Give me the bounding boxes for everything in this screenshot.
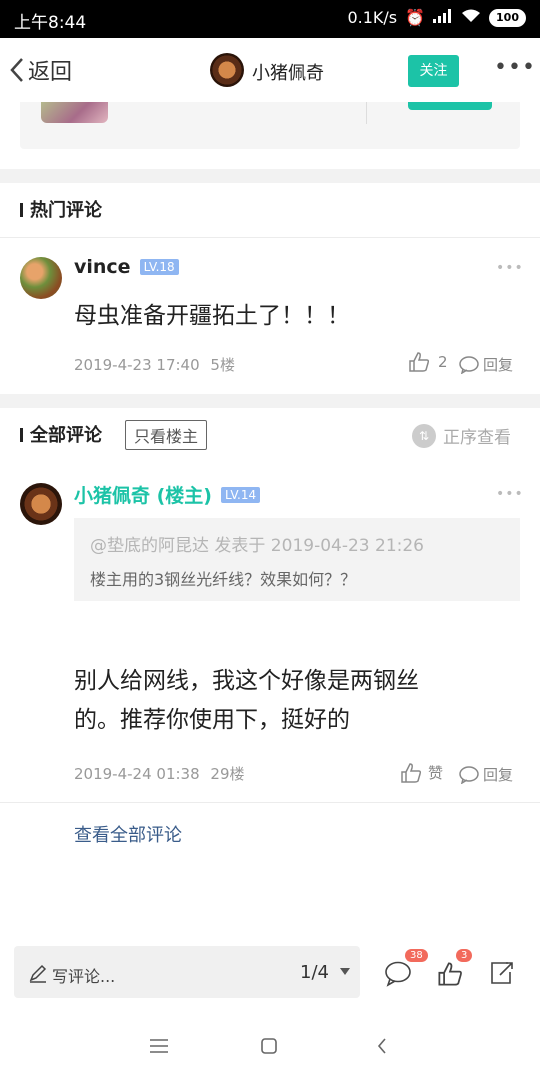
home-icon[interactable] [261,1035,277,1060]
comment-meta: 2019-4-24 01:38 29楼 [74,763,245,784]
divider [366,102,367,124]
sort-label: 正序查看 [443,428,511,448]
like-count: 2 [438,353,448,371]
comment-content: 别人给网线，我这个好像是两钢丝 的。推荐你使用下，挺好的 [74,662,419,740]
like-label: 赞 [428,764,444,782]
author-avatar[interactable] [210,53,244,87]
comment-time: 2019-4-24 01:38 [74,765,200,783]
comment-header: vince LV.18 [74,256,179,278]
section-gap [0,169,540,183]
post-card-bottom[interactable] [20,102,520,149]
pencil-icon [29,964,47,983]
menu-icon[interactable] [150,1035,168,1060]
more-icon[interactable]: ••• [494,55,536,80]
comment-time: 2019-4-23 17:40 [74,356,200,374]
like-count-badge: 3 [456,949,473,962]
section-marker [20,203,23,217]
avatar[interactable] [20,483,62,525]
thumbs-up-icon [401,762,422,783]
only-op-filter-button[interactable]: 只看楼主 [125,420,208,450]
network-speed: 0.1K/s [347,8,398,27]
avatar[interactable] [20,257,62,299]
follow-button[interactable]: 关注 [408,55,459,87]
reply-button[interactable]: 回复 [459,764,513,785]
quote-text: 楼主用的3钢丝光纤线？效果如何？？ [90,570,357,589]
comment-floor: 5楼 [210,356,235,374]
back-button[interactable]: 返回 [10,54,72,86]
reply-label: 回复 [483,766,514,784]
battery-icon: 100 [489,8,526,27]
status-time: 上午8:44 [14,13,87,33]
card-action-button[interactable] [408,102,492,110]
comment-content-line: 别人给网线，我这个好像是两钢丝 [74,668,419,694]
divider [0,802,540,803]
comment-content-line: 的。推荐你使用下，挺好的 [74,707,350,733]
status-bar: 上午8:44 0.1K/s ⏰ 100 [0,0,540,38]
comment-more-icon[interactable]: ••• [496,260,524,276]
section-gap [0,394,540,408]
comments-button[interactable]: 38 [384,949,428,991]
comment-input-bar[interactable]: 写评论... 1/4 [14,946,360,998]
system-nav-bar [0,1015,540,1080]
wifi-icon [461,8,481,27]
divider [0,237,540,238]
status-icons: 0.1K/s ⏰ 100 [347,8,526,27]
comment-bubble-icon [459,765,479,784]
thumbs-up-icon [409,352,430,372]
write-comment-placeholder: 写评论... [52,967,116,986]
thumbs-up-icon [438,962,462,986]
quote-header: @垫底的阿昆达 发表于 2019-04-23 21:26 [90,536,424,556]
level-badge: LV.18 [139,259,179,275]
comment-meta: 2019-4-23 17:40 5楼 [74,354,235,375]
reply-button[interactable]: 回复 [459,354,513,375]
page-indicator[interactable]: 1/4 [300,962,329,983]
comment-floor: 29楼 [210,765,245,783]
sort-icon: ⇅ [412,423,436,448]
section-marker [20,428,23,442]
comment-count-badge: 38 [405,949,428,962]
sort-order-button[interactable]: ⇅ 正序查看 [412,423,511,448]
chevron-left-icon [10,58,23,82]
level-badge: LV.14 [220,486,261,503]
comment-header: 小猪佩奇 (楼主) LV.14 [74,481,261,508]
share-icon [491,962,513,984]
username[interactable]: vince [74,256,131,278]
all-comments-title: 全部评论 [30,425,102,446]
author-name[interactable]: 小猪佩奇 [252,59,324,85]
all-comments-header: 全部评论 [20,421,102,447]
back-label: 返回 [28,60,73,85]
reply-label: 回复 [483,356,514,374]
dropdown-icon[interactable] [340,968,350,976]
alarm-icon: ⏰ [405,8,426,27]
back-icon[interactable] [377,1035,387,1060]
post-thumbnail [41,102,108,123]
like-button[interactable]: 2 [408,352,448,372]
username[interactable]: 小猪佩奇 (楼主) [74,481,212,508]
share-button[interactable] [488,960,516,990]
comment-bubble-icon [459,355,479,374]
hot-comments-header: 热门评论 [20,196,102,222]
view-all-comments-link[interactable]: 查看全部评论 [74,821,182,847]
quoted-comment: @垫底的阿昆达 发表于 2019-04-23 21:26 楼主用的3钢丝光纤线？… [74,518,520,601]
signal-icon [433,8,453,27]
comment-content: 母虫准备开疆拓土了！！！ [74,303,350,329]
hot-comments-title: 热门评论 [30,200,102,221]
nav-bar: 返回 小猪佩奇 关注 ••• [0,38,540,102]
comment-bubble-icon [385,961,411,987]
like-post-button[interactable]: 3 [437,949,477,991]
comment-more-icon[interactable]: ••• [496,486,524,502]
like-button[interactable]: 赞 [400,762,443,783]
